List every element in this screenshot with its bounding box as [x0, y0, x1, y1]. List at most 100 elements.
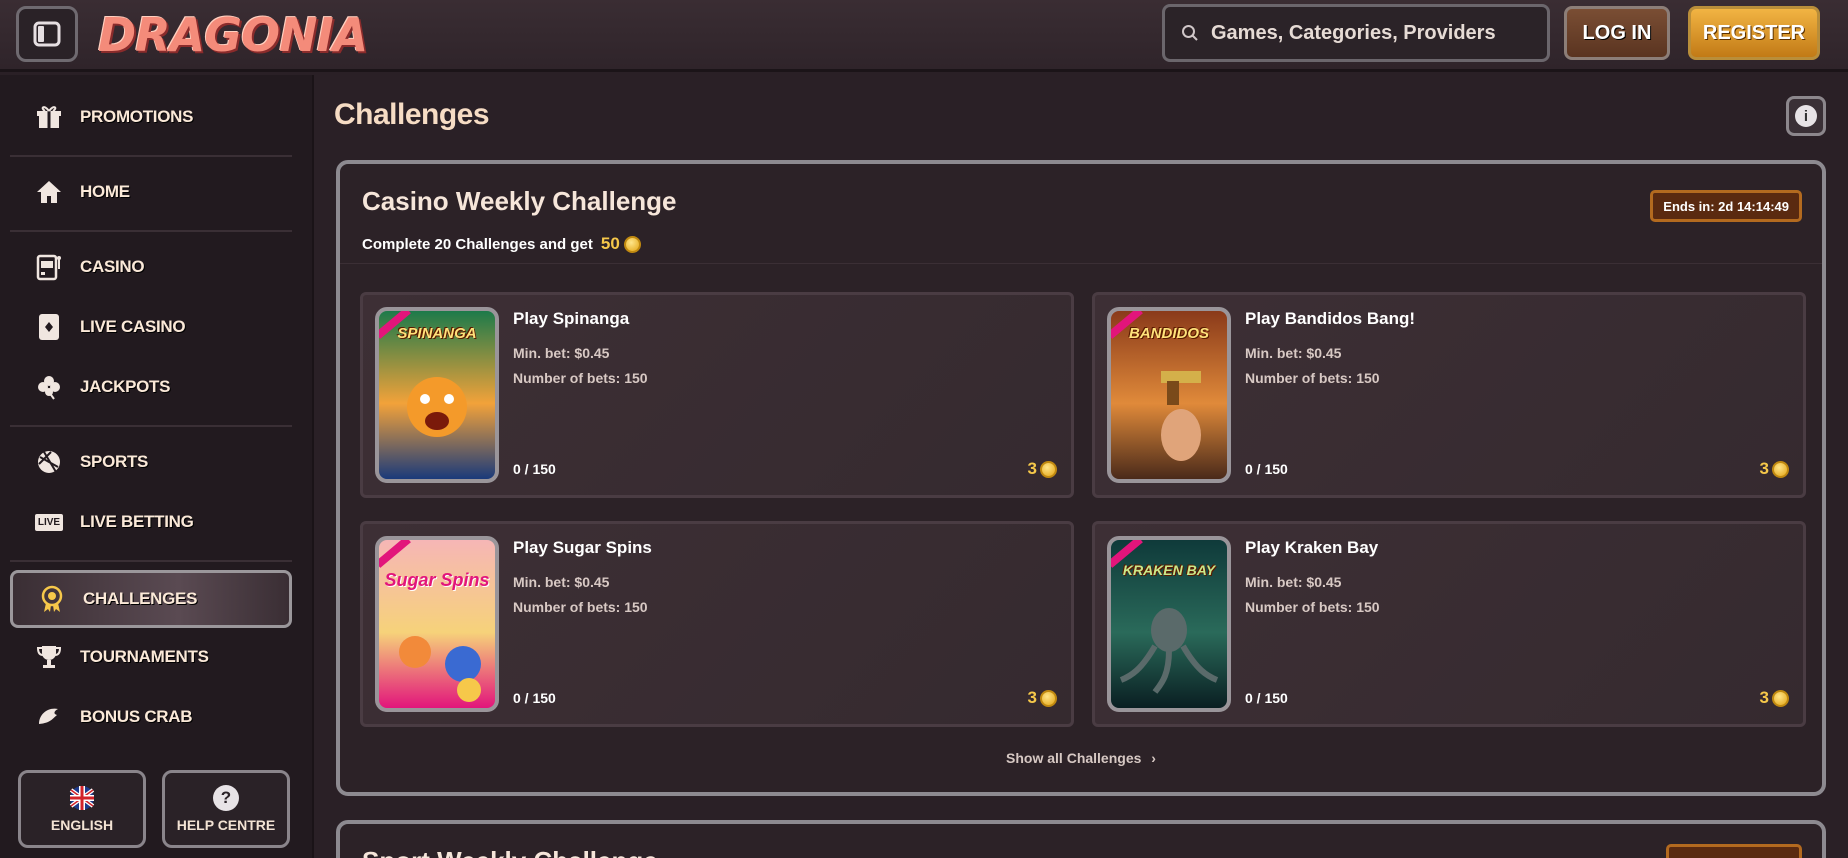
sidebar-divider: [10, 425, 292, 427]
points-value: 3: [1759, 459, 1769, 478]
sidebar-item-bonus-crab[interactable]: BONUS CRAB: [10, 693, 292, 741]
sidebar-divider: [10, 230, 292, 232]
revolver-hand-icon: [1161, 371, 1201, 461]
sidebar-item-jackpots[interactable]: JACKPOTS: [10, 363, 292, 411]
challenge-progress: 0 / 150: [1245, 690, 1288, 706]
sidebar-item-label: HOME: [80, 182, 130, 201]
chevron-right-icon: ›: [1151, 750, 1156, 766]
challenge-name: Play Sugar Spins: [513, 538, 652, 557]
ball-icon: [34, 447, 64, 477]
sidebar-item-live-casino[interactable]: LIVE CASINO: [10, 303, 292, 351]
help-icon: ?: [213, 785, 239, 811]
playing-card-icon: [34, 312, 64, 342]
game-thumbnail[interactable]: Sugar Spins: [375, 536, 499, 712]
coin-icon: [1772, 460, 1789, 478]
top-header: DRAGONIA Games, Categories, Providers LO…: [0, 0, 1848, 72]
points-value: 3: [1027, 688, 1037, 707]
sidebar-item-promotions[interactable]: PROMOTIONS: [10, 93, 292, 141]
challenge-card[interactable]: Sugar Spins Play Sugar Spins Min. bet: $…: [360, 521, 1074, 727]
trophy-icon: [34, 642, 64, 672]
dragonia-logo[interactable]: DRAGONIA: [98, 6, 368, 64]
thumbnail-title: SPINANGA: [397, 325, 477, 342]
language-button[interactable]: ENGLISH: [18, 770, 146, 848]
sidebar-item-label: CHALLENGES: [83, 589, 198, 608]
challenge-progress: 0 / 150: [1245, 461, 1288, 477]
coin-icon: [1772, 689, 1789, 707]
sidebar-item-label: CASINO: [80, 257, 145, 276]
min-bet: Min. bet: $0.45: [513, 574, 610, 590]
exclusive-ribbon: [379, 540, 411, 568]
coin-icon: [623, 235, 641, 253]
sidebar-item-label: LIVE CASINO: [80, 317, 186, 336]
clover-icon: [34, 372, 64, 402]
sidebar-item-tournaments[interactable]: TOURNAMENTS: [10, 633, 292, 681]
sidebar-item-challenges[interactable]: CHALLENGES: [10, 570, 292, 628]
help-centre-button[interactable]: ? HELP CENTRE: [162, 770, 290, 848]
search-icon: [1182, 25, 1198, 41]
challenge-points: 3: [1760, 459, 1789, 479]
sidebar-toggle-button[interactable]: [16, 6, 78, 62]
sidebar-toggle-icon: [33, 21, 61, 47]
sidebar-item-label: JACKPOTS: [80, 377, 171, 396]
crab-icon: [34, 702, 64, 732]
challenge-subtitle: Complete 20 Challenges and get 50: [362, 234, 641, 254]
sidebar-divider: [10, 560, 292, 562]
sidebar-item-live-betting[interactable]: LIVE LIVE BETTING: [10, 498, 292, 546]
challenge-points: 3: [1760, 688, 1789, 708]
sport-weekly-challenge-panel: Sport Weekly Challenge: [336, 820, 1826, 858]
number-of-bets: Number of bets: 150: [1245, 370, 1380, 386]
show-all-challenges-link[interactable]: Show all Challenges ›: [340, 750, 1822, 766]
thumbnail-title: KRAKEN BAY: [1122, 562, 1216, 578]
challenge-card[interactable]: SPINANGA Play Spinanga Min. bet: $0.45 N…: [360, 292, 1074, 498]
thumbnail-title: BANDIDOS: [1128, 325, 1209, 342]
search-input[interactable]: Games, Categories, Providers: [1162, 4, 1550, 62]
thumbnail-title: Sugar Spins: [384, 570, 490, 590]
login-button[interactable]: LOG IN: [1564, 6, 1670, 60]
countdown-badge: Ends in: 2d 14:14:49: [1650, 190, 1802, 222]
game-thumbnail[interactable]: BANDIDOS: [1107, 307, 1231, 483]
coin-icon: [1040, 460, 1057, 478]
uk-flag-icon: [69, 786, 95, 810]
points-value: 3: [1759, 688, 1769, 707]
sidebar-item-home[interactable]: HOME: [10, 168, 292, 216]
game-thumbnail[interactable]: SPINANGA: [375, 307, 499, 483]
sidebar-item-label: BONUS CRAB: [80, 707, 193, 726]
live-badge: LIVE: [34, 513, 64, 531]
challenge-reward: 50: [600, 234, 620, 253]
number-of-bets: Number of bets: 150: [513, 370, 648, 386]
live-icon: LIVE: [34, 507, 64, 537]
min-bet: Min. bet: $0.45: [1245, 574, 1342, 590]
kraken-icon: [1119, 608, 1219, 694]
challenge-name: Play Spinanga: [513, 309, 630, 328]
info-button[interactable]: i: [1786, 96, 1826, 136]
challenge-progress: 0 / 150: [513, 690, 556, 706]
info-icon: i: [1795, 105, 1817, 127]
show-all-label: Show all Challenges: [1006, 750, 1142, 766]
language-label: ENGLISH: [50, 817, 114, 833]
sidebar-item-casino[interactable]: CASINO: [10, 243, 292, 291]
challenge-header: Casino Weekly Challenge Complete 20 Chal…: [340, 164, 1822, 264]
challenge-progress: 0 / 150: [513, 461, 556, 477]
candy-icon: [399, 636, 481, 702]
sidebar-item-sports[interactable]: SPORTS: [10, 438, 292, 486]
register-button[interactable]: REGISTER: [1688, 6, 1820, 60]
medal-icon: [37, 584, 67, 614]
tiger-head-icon: [407, 377, 467, 437]
sidebar-divider: [10, 155, 292, 157]
challenge-card[interactable]: KRAKEN BAY Play Kraken Bay Min. bet: $0.…: [1092, 521, 1806, 727]
game-thumbnail[interactable]: KRAKEN BAY: [1107, 536, 1231, 712]
challenge-card[interactable]: BANDIDOS Play Bandidos Bang! Min. bet: $…: [1092, 292, 1806, 498]
gift-icon: [34, 102, 64, 132]
min-bet: Min. bet: $0.45: [513, 345, 610, 361]
sidebar-item-label: LIVE BETTING: [80, 512, 194, 531]
min-bet: Min. bet: $0.45: [1245, 345, 1342, 361]
sidebar: PROMOTIONS HOME CASINO LIVE CASINO JACKP…: [0, 75, 314, 858]
coin-icon: [1040, 689, 1057, 707]
sidebar-item-label: SPORTS: [80, 452, 149, 471]
slot-machine-icon: [34, 252, 64, 282]
challenge-title: Casino Weekly Challenge: [362, 186, 677, 216]
challenge-name: Play Kraken Bay: [1245, 538, 1379, 557]
number-of-bets: Number of bets: 150: [1245, 599, 1380, 615]
home-icon: [34, 177, 64, 207]
challenge-points: 3: [1028, 459, 1057, 479]
